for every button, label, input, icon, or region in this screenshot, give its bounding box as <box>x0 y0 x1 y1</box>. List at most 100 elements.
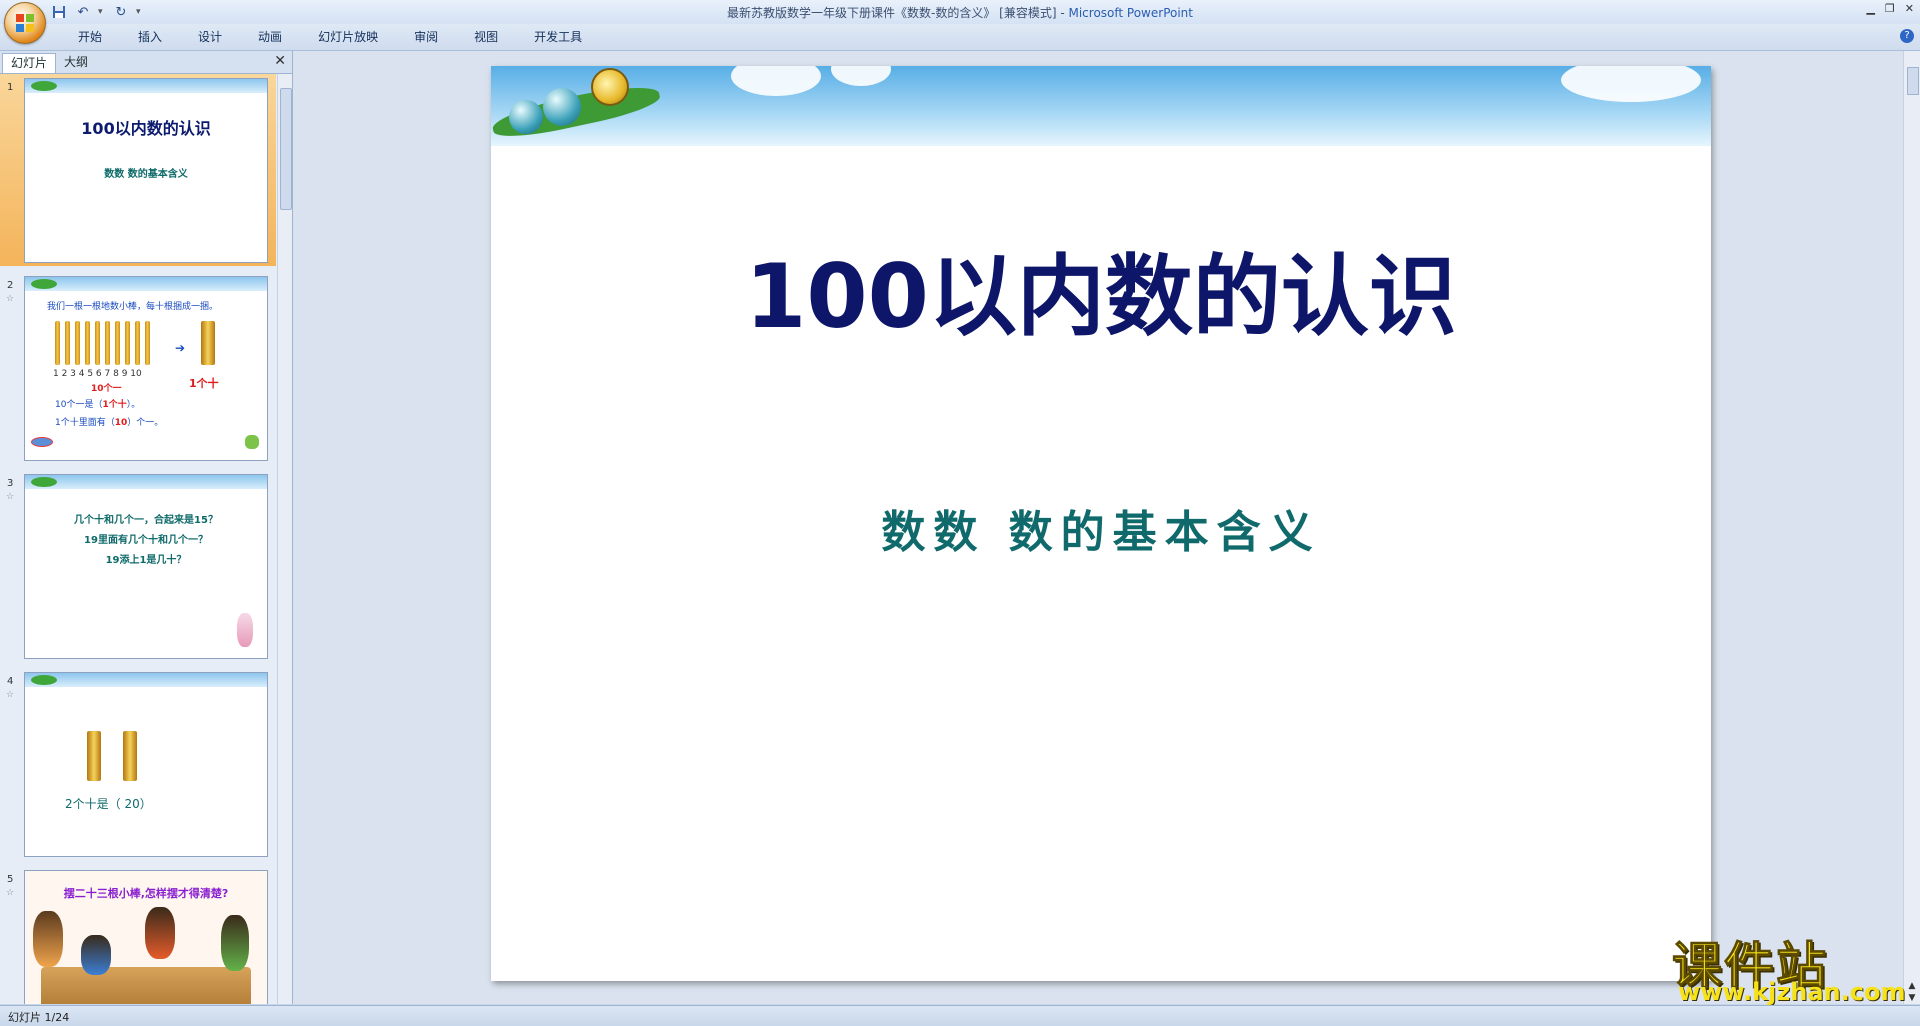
app-name: Microsoft PowerPoint <box>1068 6 1193 20</box>
stick <box>125 321 130 365</box>
document-title: 最新苏教版数学一年级下册课件《数数-数的含义》 [兼容模式] <box>727 6 1057 20</box>
tab-developer[interactable]: 开发工具 <box>516 29 600 45</box>
tab-home[interactable]: 开始 <box>60 29 120 45</box>
slide-thumbnail-3[interactable]: 3 ☆ 几个十和几个一，合起来是15？ 19里面有几个十和几个一？ 19添上1是… <box>0 470 276 662</box>
stick <box>75 321 80 365</box>
child-figure-icon <box>145 907 175 959</box>
table-image <box>41 967 251 1004</box>
title-bar: ↶ ▾ ↻ ▾ 最新苏教版数学一年级下册课件《数数-数的含义》 [兼容模式] -… <box>0 0 1920 44</box>
slide-thumbnail-2[interactable]: 2 ☆ 我们一根一根地数小棒，每十根捆成一捆。 ➔ 1 2 3 4 5 6 7 … <box>0 272 276 464</box>
leaf-decoration <box>31 477 57 487</box>
previous-slide-icon[interactable]: ▲ <box>1907 981 1917 991</box>
slide-number: 2 <box>7 280 14 291</box>
thumb-one-ten: 1个十 <box>189 377 219 390</box>
watermark-url: www.kjzhan.com <box>1678 978 1906 1006</box>
minimize-icon[interactable]: ▁ <box>1866 2 1874 15</box>
stick <box>145 321 150 365</box>
thumb-question-3: 19添上1是几十？ <box>105 555 187 566</box>
panel-close-icon[interactable]: ✕ <box>274 53 286 69</box>
stick <box>65 321 70 365</box>
stick <box>115 321 120 365</box>
slide-preview: 几个十和几个一，合起来是15？ 19里面有几个十和几个一？ 19添上1是几十？ <box>24 474 268 659</box>
thumbnail-list: 1 100以内数的认识 数数 数的基本含义 2 ☆ 我们一根一根地数小棒，每十根… <box>0 74 276 1004</box>
title-separator: - <box>1056 6 1069 20</box>
animation-star-icon: ☆ <box>6 492 15 502</box>
thumbnail-scrollbar[interactable] <box>277 74 292 1004</box>
thumb-subtitle: 数数 数的基本含义 <box>104 169 188 180</box>
thumb-line2: 10个一是（1个十）。 <box>55 397 140 410</box>
scrollbar-thumb[interactable] <box>280 88 292 210</box>
tab-slideshow[interactable]: 幻灯片放映 <box>300 29 396 45</box>
banner-image <box>25 277 267 291</box>
child-figure-icon <box>33 911 63 967</box>
current-slide[interactable]: 100以内数的认识 数数 数的基本含义 <box>491 66 1711 981</box>
tab-outline[interactable]: 大纲 <box>56 53 96 72</box>
close-icon[interactable]: ✕ <box>1905 2 1914 15</box>
thumb-question-1: 几个十和几个一，合起来是15？ <box>74 515 218 526</box>
frog-icon <box>245 435 259 449</box>
thumb-text: 我们一根一根地数小棒，每十根捆成一捆。 <box>47 302 219 312</box>
leaf-decoration <box>31 675 57 685</box>
status-bar: 幻灯片 1/24 <box>0 1005 1920 1026</box>
thumb-text: 2个十是（ 20） <box>65 797 152 811</box>
cloud-decoration <box>731 66 821 96</box>
banner-image <box>25 673 267 687</box>
help-icon[interactable]: ? <box>1900 29 1914 43</box>
animation-star-icon: ☆ <box>6 294 15 304</box>
thumb-line3-c: ）个一。 <box>127 418 164 428</box>
office-logo-icon <box>16 14 34 32</box>
thumb-line3-a: 1个十里面有（ <box>55 418 115 428</box>
slide-preview: 我们一根一根地数小棒，每十根捆成一捆。 ➔ 1 2 3 4 5 6 7 8 9 … <box>24 276 268 461</box>
tab-design[interactable]: 设计 <box>180 29 240 45</box>
stick <box>85 321 90 365</box>
stick-bundle <box>201 321 215 365</box>
child-figure-icon <box>221 915 249 971</box>
thumb-numbers: 1 2 3 4 5 6 7 8 9 10 <box>53 369 142 379</box>
stick <box>135 321 140 365</box>
leaf-decoration <box>31 279 57 289</box>
window-title: 最新苏教版数学一年级下册课件《数数-数的含义》 [兼容模式] - Microso… <box>0 4 1920 21</box>
banner-image <box>25 79 267 93</box>
tab-view[interactable]: 视图 <box>456 29 516 45</box>
panel-tabs: 幻灯片 大纲 ✕ <box>0 51 292 74</box>
snail-icon <box>591 68 629 106</box>
restore-icon[interactable]: ❐ <box>1885 2 1895 15</box>
animation-star-icon: ☆ <box>6 690 15 700</box>
slide-number: 3 <box>7 478 14 489</box>
slide-number: 1 <box>7 82 14 93</box>
tab-review[interactable]: 审阅 <box>396 29 456 45</box>
slide-thumbnail-1[interactable]: 1 100以内数的认识 数数 数的基本含义 <box>0 74 276 266</box>
slide-thumbnail-4[interactable]: 4 ☆ 2个十是（ 20） <box>0 668 276 860</box>
slide-subtitle[interactable]: 数数 数的基本含义 <box>491 496 1711 560</box>
slide-banner-image <box>491 66 1711 146</box>
cloud-decoration <box>831 66 891 86</box>
thumb-title: 100以内数的认识 <box>81 119 211 138</box>
tab-slides[interactable]: 幻灯片 <box>2 53 57 73</box>
thumb-ten-ones: 10个一 <box>91 384 122 394</box>
thumb-line2-c: ）。 <box>126 400 141 410</box>
slides-panel: 幻灯片 大纲 ✕ 1 100以内数的认识 数数 数的基本含义 2 ☆ 我们一根一… <box>0 51 293 1004</box>
slide-number: 4 <box>7 676 14 687</box>
thumb-line2-a: 10个一是（ <box>55 400 103 410</box>
thumb-line2-b: 1个十 <box>102 400 127 410</box>
oval-button-icon <box>31 437 53 447</box>
water-drop-icon <box>543 88 581 126</box>
cloud-decoration <box>1561 66 1701 102</box>
animation-star-icon: ☆ <box>6 888 15 898</box>
slide-counter: 幻灯片 1/24 <box>8 1011 70 1024</box>
slide-thumbnail-5[interactable]: 5 ☆ 摆二十三根小棒,怎样摆才得清楚? <box>0 866 276 1004</box>
slide-title[interactable]: 100以内数的认识 <box>491 226 1711 353</box>
thumb-text: 摆二十三根小棒,怎样摆才得清楚? <box>63 887 229 900</box>
tab-animations[interactable]: 动画 <box>240 29 300 45</box>
stick <box>55 321 60 365</box>
office-button[interactable] <box>4 2 46 44</box>
watermark-logo: 课件站 www.kjzhan.com <box>1672 926 1906 1007</box>
slide-scrollbar[interactable]: ▲ ▼ <box>1903 51 1920 1004</box>
ribbon-tabs: 开始 插入 设计 动画 幻灯片放映 审阅 视图 开发工具 <box>60 29 600 45</box>
stick <box>105 321 110 365</box>
thumb-line3-b: 10 <box>114 418 128 428</box>
water-drop-icon <box>509 100 543 134</box>
tab-insert[interactable]: 插入 <box>120 29 180 45</box>
scrollbar-thumb[interactable] <box>1907 67 1919 95</box>
next-slide-icon[interactable]: ▼ <box>1907 993 1917 1003</box>
